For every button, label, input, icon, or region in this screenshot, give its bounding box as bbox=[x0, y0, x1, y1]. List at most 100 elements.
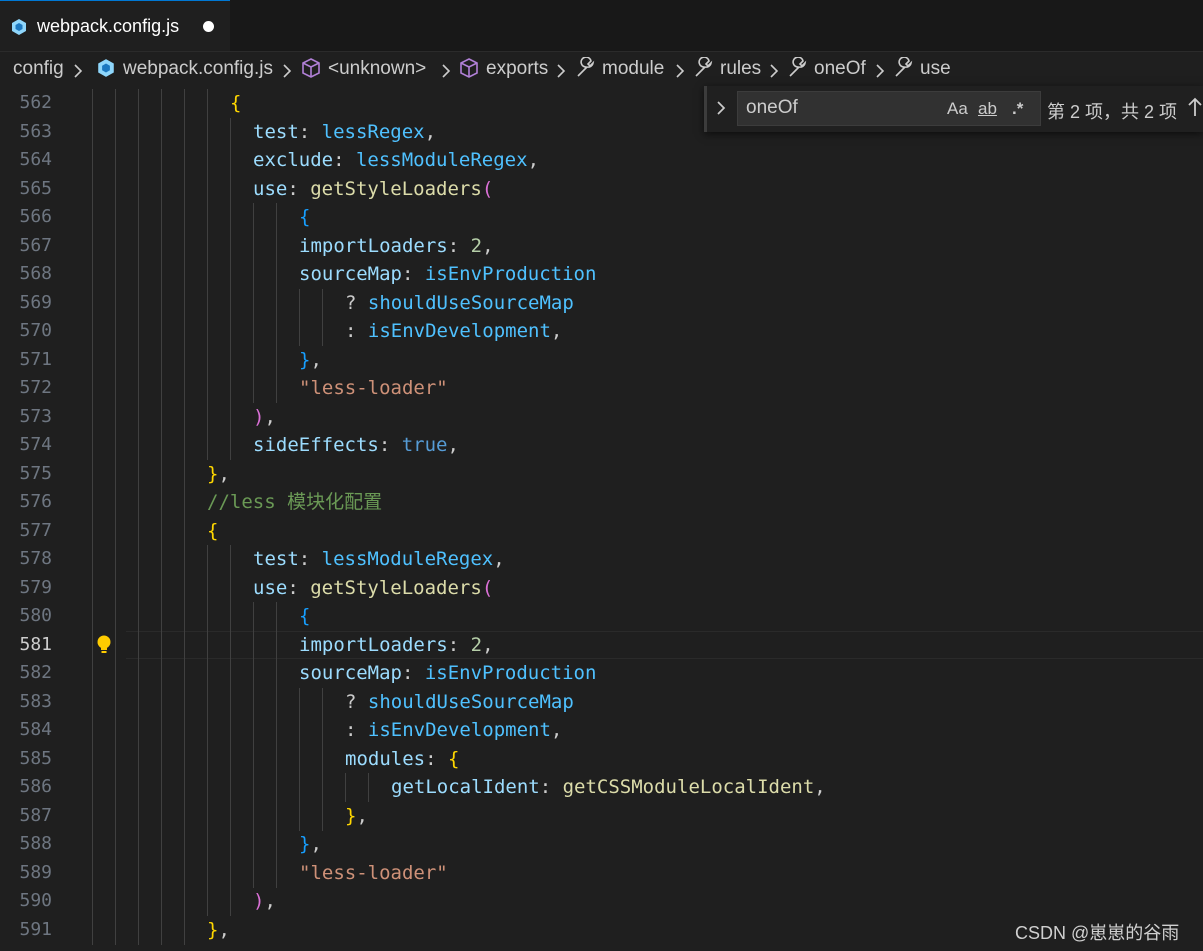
indent-guide bbox=[345, 773, 346, 802]
indent-guide bbox=[230, 602, 231, 631]
code-line[interactable]: 590), bbox=[0, 887, 1203, 916]
code-line[interactable]: 568 sourceMap: isEnvProduction bbox=[0, 260, 1203, 289]
code-line[interactable]: 576 //less 模块化配置 bbox=[0, 488, 1203, 517]
previous-match-arrow-icon[interactable] bbox=[1187, 96, 1203, 123]
code-line[interactable]: 574 sideEffects: true, bbox=[0, 431, 1203, 460]
use-regex-button[interactable]: .* bbox=[1012, 99, 1023, 119]
breadcrumb-item-oneof[interactable]: oneOf bbox=[814, 57, 866, 81]
indent-guide bbox=[138, 402, 139, 432]
indent-guide bbox=[92, 317, 93, 346]
indent-guide bbox=[207, 260, 208, 289]
code-line[interactable]: 589 "less-loader" bbox=[0, 858, 1203, 888]
indent-guide bbox=[138, 317, 139, 346]
line-number: 577 bbox=[19, 519, 52, 541]
indent-guide bbox=[92, 687, 93, 717]
code-line[interactable]: 571}, bbox=[0, 345, 1203, 375]
indent-guide bbox=[115, 402, 116, 432]
indent-guide bbox=[138, 773, 139, 802]
indent-guide bbox=[92, 801, 93, 831]
code-line[interactable]: 584: isEnvDevelopment, bbox=[0, 716, 1203, 745]
indent-guide bbox=[161, 288, 162, 318]
indent-guide bbox=[138, 915, 139, 945]
match-case-button[interactable]: Aa bbox=[947, 99, 968, 119]
line-number: 576 bbox=[19, 491, 52, 512]
breadcrumb-item-use[interactable]: use bbox=[920, 57, 951, 81]
breadcrumb-item-unknown[interactable]: <unknown> bbox=[328, 57, 426, 81]
indent-guide bbox=[184, 374, 185, 403]
breadcrumb-item-config[interactable]: config bbox=[13, 57, 64, 81]
code-line[interactable]: 588}, bbox=[0, 830, 1203, 859]
code-line[interactable]: 572 "less-loader" bbox=[0, 374, 1203, 403]
indent-guide bbox=[92, 573, 93, 603]
indent-guide bbox=[322, 317, 323, 346]
code-line[interactable]: 577 { bbox=[0, 516, 1203, 546]
indent-guide bbox=[115, 89, 116, 118]
indent-guide bbox=[161, 117, 162, 147]
code-line[interactable]: 586 getLocalIdent: getCSSModuleLocalIdent… bbox=[0, 773, 1203, 802]
indent-guide bbox=[138, 630, 139, 660]
code-text: ? shouldUseSourceMap bbox=[345, 291, 574, 314]
code-line[interactable]: 566 { bbox=[0, 203, 1203, 232]
indent-guide bbox=[138, 887, 139, 916]
breadcrumb-item-webpack-config[interactable]: webpack.config.js bbox=[123, 57, 273, 81]
code-line[interactable]: 582 sourceMap: isEnvProduction bbox=[0, 659, 1203, 688]
indent-guide bbox=[276, 773, 277, 802]
code-line[interactable]: 583 ? shouldUseSourceMap bbox=[0, 687, 1203, 717]
line-number: 572 bbox=[19, 377, 52, 398]
lightbulb-icon[interactable] bbox=[96, 634, 112, 660]
line-number: 581 bbox=[19, 633, 52, 655]
indent-guide bbox=[184, 174, 185, 204]
breadcrumb-item-module[interactable]: module bbox=[602, 57, 664, 81]
line-number: 563 bbox=[19, 120, 52, 142]
code-line[interactable]: 565 use: getStyleLoaders( bbox=[0, 174, 1203, 204]
indent-guide bbox=[161, 374, 162, 403]
indent-guide bbox=[184, 687, 185, 717]
breadcrumb-item-exports[interactable]: exports bbox=[486, 57, 548, 81]
toggle-replace-chevron-icon[interactable] bbox=[715, 99, 727, 122]
indent-guide bbox=[115, 516, 116, 546]
indent-guide bbox=[230, 858, 231, 888]
indent-guide bbox=[207, 174, 208, 204]
indent-guide bbox=[230, 231, 231, 261]
indent-guide bbox=[207, 345, 208, 375]
code-editor[interactable]: 562 {563 test: lessRegex, 564 exclude: lessM… bbox=[0, 88, 1203, 951]
code-line[interactable]: 573), bbox=[0, 402, 1203, 432]
tab-webpack-config[interactable]: webpack.config.js bbox=[0, 0, 230, 51]
indent-guide bbox=[184, 431, 185, 460]
indent-guide bbox=[230, 801, 231, 831]
code-line[interactable]: 581 importLoaders: 2, bbox=[0, 630, 1203, 660]
indent-guide bbox=[138, 117, 139, 147]
indent-guide bbox=[207, 801, 208, 831]
code-line[interactable]: 579 use: getStyleLoaders( bbox=[0, 573, 1203, 603]
code-text: importLoaders: 2, bbox=[299, 633, 494, 656]
code-line[interactable]: 564 exclude: lessModuleRegex, bbox=[0, 146, 1203, 175]
code-text: { bbox=[207, 519, 219, 542]
code-line[interactable]: 578 test: lessModuleRegex, bbox=[0, 545, 1203, 574]
indent-guide bbox=[138, 573, 139, 603]
indent-guide bbox=[322, 801, 323, 831]
indent-guide bbox=[230, 431, 231, 460]
indent-guide bbox=[138, 260, 139, 289]
line-number: 585 bbox=[19, 747, 52, 769]
indent-guide bbox=[230, 716, 231, 745]
indent-guide bbox=[138, 602, 139, 631]
match-whole-word-button[interactable]: ab bbox=[978, 99, 997, 119]
unsaved-dot-icon[interactable] bbox=[203, 21, 214, 32]
line-number: 569 bbox=[19, 291, 52, 313]
indent-guide bbox=[184, 288, 185, 318]
breadcrumb-item-rules[interactable]: rules bbox=[720, 57, 761, 81]
code-line[interactable]: 587}, bbox=[0, 801, 1203, 831]
code-line[interactable]: 575}, bbox=[0, 459, 1203, 489]
code-line[interactable]: 569 ? shouldUseSourceMap bbox=[0, 288, 1203, 318]
code-line[interactable]: 567 importLoaders: 2, bbox=[0, 231, 1203, 261]
code-line[interactable]: 580 { bbox=[0, 602, 1203, 631]
indent-guide bbox=[115, 431, 116, 460]
find-input[interactable] bbox=[746, 97, 936, 119]
indent-guide bbox=[138, 659, 139, 688]
indent-guide bbox=[92, 89, 93, 118]
indent-guide bbox=[161, 830, 162, 859]
find-input-box[interactable]: Aa ab .* bbox=[737, 91, 1041, 126]
code-line[interactable]: 570: isEnvDevelopment, bbox=[0, 317, 1203, 346]
indent-guide bbox=[138, 801, 139, 831]
code-line[interactable]: 585 modules: { bbox=[0, 744, 1203, 774]
